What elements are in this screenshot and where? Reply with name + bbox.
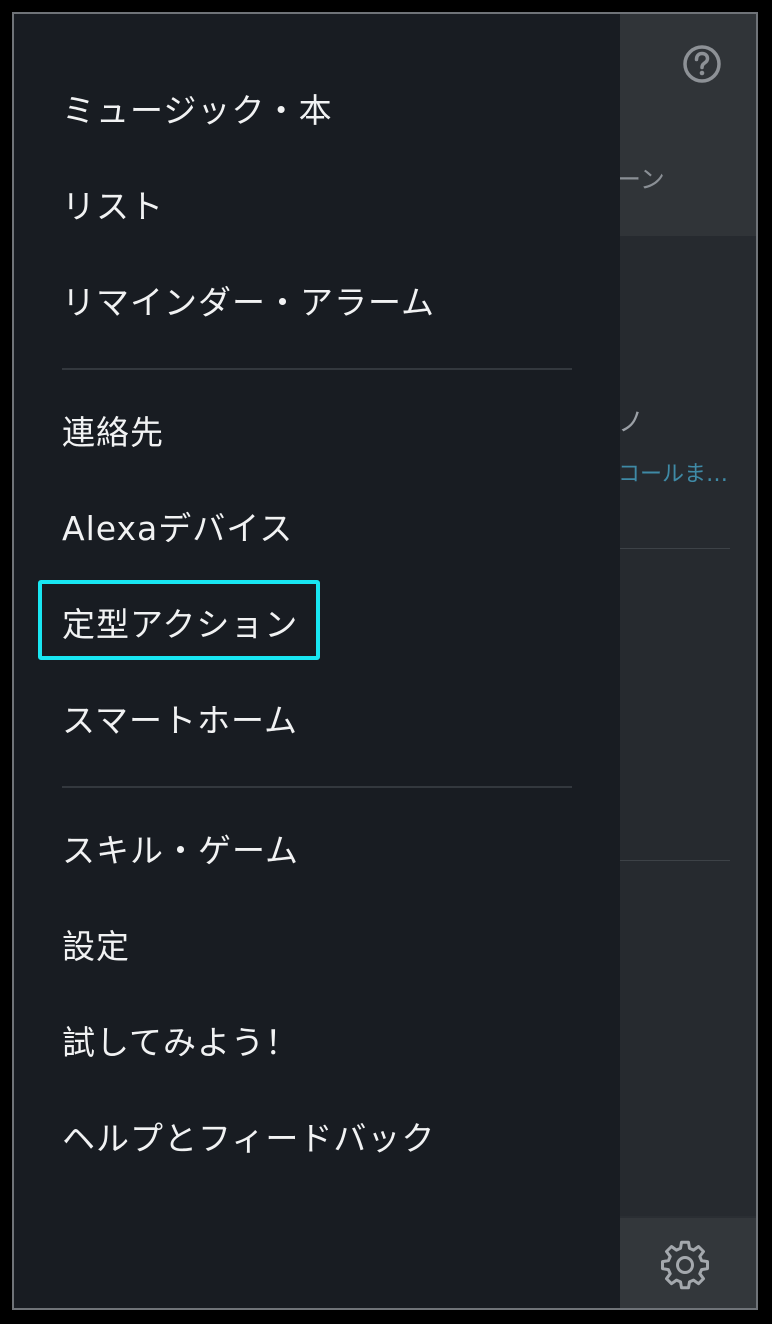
navigation-drawer: ミュージック・本 リスト リマインダー・アラーム 連絡先 Alexaデバイス 定…: [14, 14, 620, 1308]
background-card-link: コールま…: [618, 462, 729, 487]
menu-item-contacts[interactable]: 連絡先: [62, 398, 164, 468]
question-circle-icon[interactable]: [682, 44, 722, 84]
background-card-title: ノ: [618, 408, 645, 438]
background-tab-label: ーン: [616, 165, 665, 194]
menu-item-music-books[interactable]: ミュージック・本: [62, 76, 333, 146]
menu-item-lists[interactable]: リスト: [62, 172, 164, 242]
menu-item-reminders-alarms[interactable]: リマインダー・アラーム: [62, 268, 435, 338]
menu-divider: [62, 786, 572, 788]
background-divider: [618, 860, 730, 861]
menu-item-settings[interactable]: 設定: [62, 912, 130, 982]
menu-item-try-it[interactable]: 試してみよう！: [62, 1008, 299, 1078]
menu-item-help-feedback[interactable]: ヘルプとフィードバック: [62, 1104, 435, 1174]
background-divider: [618, 548, 730, 549]
menu-item-skills-games[interactable]: スキル・ゲーム: [62, 816, 299, 886]
app-frame: ーン ノ コールま… ミュージック・本 リスト リマインダー・アラーム 連絡先 …: [12, 12, 758, 1310]
highlight-box: [38, 580, 320, 660]
menu-divider: [62, 368, 572, 370]
menu-item-smart-home[interactable]: スマートホーム: [62, 686, 298, 756]
menu-item-alexa-devices[interactable]: Alexaデバイス: [62, 494, 293, 564]
gear-icon[interactable]: [660, 1240, 710, 1290]
